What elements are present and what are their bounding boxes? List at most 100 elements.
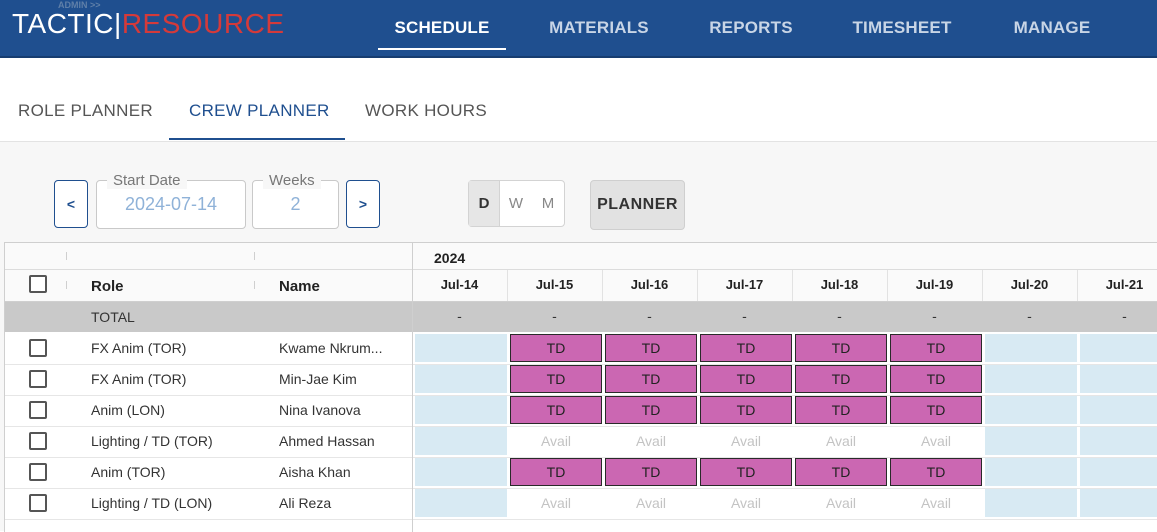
date-column-header: Jul-14: [440, 277, 479, 292]
schedule-cell[interactable]: [415, 427, 507, 455]
total-cell: -: [457, 308, 462, 324]
view-mode-day[interactable]: D: [469, 181, 500, 226]
column-resize-handle[interactable]: [66, 252, 67, 260]
row-checkbox[interactable]: [29, 494, 47, 512]
logo-text-accent: RESOURCE: [121, 8, 285, 39]
assignment-cell[interactable]: TD: [890, 334, 982, 362]
assignment-cell[interactable]: TD: [795, 396, 887, 424]
name-cell[interactable]: Ahmed Hassan: [279, 433, 391, 449]
schedule-cell[interactable]: [415, 489, 507, 517]
assignment-cell[interactable]: TD: [510, 396, 602, 424]
nav-materials[interactable]: MATERIALS: [536, 0, 662, 56]
schedule-cell[interactable]: [1080, 365, 1157, 393]
availability-cell[interactable]: Avail: [510, 427, 602, 455]
assignment-cell[interactable]: TD: [605, 334, 697, 362]
start-date-label: Start Date: [107, 172, 187, 189]
availability-cell[interactable]: Avail: [890, 489, 982, 517]
total-cell: -: [1122, 308, 1127, 324]
nav-reports[interactable]: REPORTS: [693, 0, 809, 56]
name-cell[interactable]: Min-Jae Kim: [279, 371, 391, 387]
assignment-cell[interactable]: TD: [795, 365, 887, 393]
weeks-value: 2: [290, 194, 301, 214]
availability-cell[interactable]: Avail: [795, 427, 887, 455]
assignment-cell[interactable]: TD: [700, 334, 792, 362]
availability-cell[interactable]: Avail: [510, 489, 602, 517]
crew-schedule-grid: 2024 Role Name Jul-14 Jul-15 Jul-16 Jul-17 J…: [4, 242, 1157, 532]
total-cell: -: [932, 308, 937, 324]
assignment-cell[interactable]: TD: [510, 458, 602, 486]
column-header-role[interactable]: Role: [91, 278, 124, 295]
assignment-cell[interactable]: TD: [890, 396, 982, 424]
schedule-cell[interactable]: [985, 396, 1077, 424]
date-column-header: Jul-15: [535, 277, 574, 292]
date-column-header: Jul-20: [1010, 277, 1049, 292]
role-cell: Lighting / TD (LON): [91, 495, 213, 511]
availability-cell[interactable]: Avail: [700, 489, 792, 517]
view-mode-month[interactable]: M: [532, 181, 564, 226]
schedule-cell[interactable]: [985, 365, 1077, 393]
tab-role-planner[interactable]: ROLE PLANNER: [18, 101, 153, 121]
column-resize-handle[interactable]: [254, 281, 255, 289]
name-cell[interactable]: Ali Reza: [279, 495, 391, 511]
availability-cell[interactable]: Avail: [795, 489, 887, 517]
name-cell[interactable]: Kwame Nkrum...: [279, 340, 391, 356]
schedule-cell[interactable]: [415, 458, 507, 486]
date-column-header: Jul-21: [1105, 277, 1144, 292]
assignment-cell[interactable]: TD: [605, 458, 697, 486]
prev-period-button[interactable]: <: [54, 180, 88, 228]
schedule-cell[interactable]: [415, 396, 507, 424]
schedule-cell[interactable]: [985, 334, 1077, 362]
next-period-button[interactable]: >: [346, 180, 380, 228]
weeks-field[interactable]: Weeks 2: [252, 172, 339, 229]
assignment-cell[interactable]: TD: [510, 365, 602, 393]
year-header: 2024: [434, 250, 466, 266]
availability-cell[interactable]: Avail: [605, 427, 697, 455]
row-checkbox[interactable]: [29, 339, 47, 357]
assignment-cell[interactable]: TD: [890, 365, 982, 393]
column-header-name[interactable]: Name: [279, 278, 320, 295]
schedule-cell[interactable]: [415, 334, 507, 362]
start-date-field[interactable]: Start Date 2024-07-14: [96, 172, 246, 229]
schedule-cell[interactable]: [1080, 489, 1157, 517]
view-mode-week[interactable]: W: [500, 181, 532, 226]
planner-button[interactable]: PLANNER: [590, 180, 685, 230]
schedule-cell[interactable]: [1080, 396, 1157, 424]
schedule-cell[interactable]: [985, 427, 1077, 455]
assignment-cell[interactable]: TD: [700, 458, 792, 486]
schedule-cell[interactable]: [985, 489, 1077, 517]
availability-cell[interactable]: Avail: [605, 489, 697, 517]
row-checkbox[interactable]: [29, 463, 47, 481]
name-cell[interactable]: Aisha Khan: [279, 464, 391, 480]
assignment-cell[interactable]: TD: [795, 458, 887, 486]
assignment-cell[interactable]: TD: [700, 396, 792, 424]
total-cell: -: [647, 308, 652, 324]
assignment-cell[interactable]: TD: [510, 334, 602, 362]
column-resize-handle[interactable]: [254, 252, 255, 260]
date-column-divider: [507, 270, 508, 301]
assignment-cell[interactable]: TD: [605, 365, 697, 393]
assignment-cell[interactable]: TD: [795, 334, 887, 362]
nav-timesheet[interactable]: TIMESHEET: [838, 0, 966, 56]
row-checkbox[interactable]: [29, 432, 47, 450]
assignment-cell[interactable]: TD: [890, 458, 982, 486]
tab-crew-planner[interactable]: CREW PLANNER: [189, 101, 330, 121]
row-checkbox[interactable]: [29, 401, 47, 419]
row-checkbox[interactable]: [29, 370, 47, 388]
availability-cell[interactable]: Avail: [700, 427, 792, 455]
name-cell[interactable]: Nina Ivanova: [279, 402, 391, 418]
tab-work-hours[interactable]: WORK HOURS: [365, 101, 487, 121]
crew-row: Lighting / TD (LON) Ali Reza Avail Avail Ava…: [5, 488, 1157, 520]
schedule-cell[interactable]: [1080, 458, 1157, 486]
schedule-cell[interactable]: [1080, 427, 1157, 455]
assignment-cell[interactable]: TD: [605, 396, 697, 424]
schedule-cell[interactable]: [985, 458, 1077, 486]
assignment-cell[interactable]: TD: [700, 365, 792, 393]
weeks-label: Weeks: [263, 172, 321, 189]
nav-manage[interactable]: MANAGE: [996, 0, 1108, 56]
select-all-checkbox[interactable]: [29, 275, 47, 293]
availability-cell[interactable]: Avail: [890, 427, 982, 455]
schedule-cell[interactable]: [415, 365, 507, 393]
date-column-divider: [982, 270, 983, 301]
schedule-cell[interactable]: [1080, 334, 1157, 362]
column-resize-handle[interactable]: [66, 281, 67, 289]
